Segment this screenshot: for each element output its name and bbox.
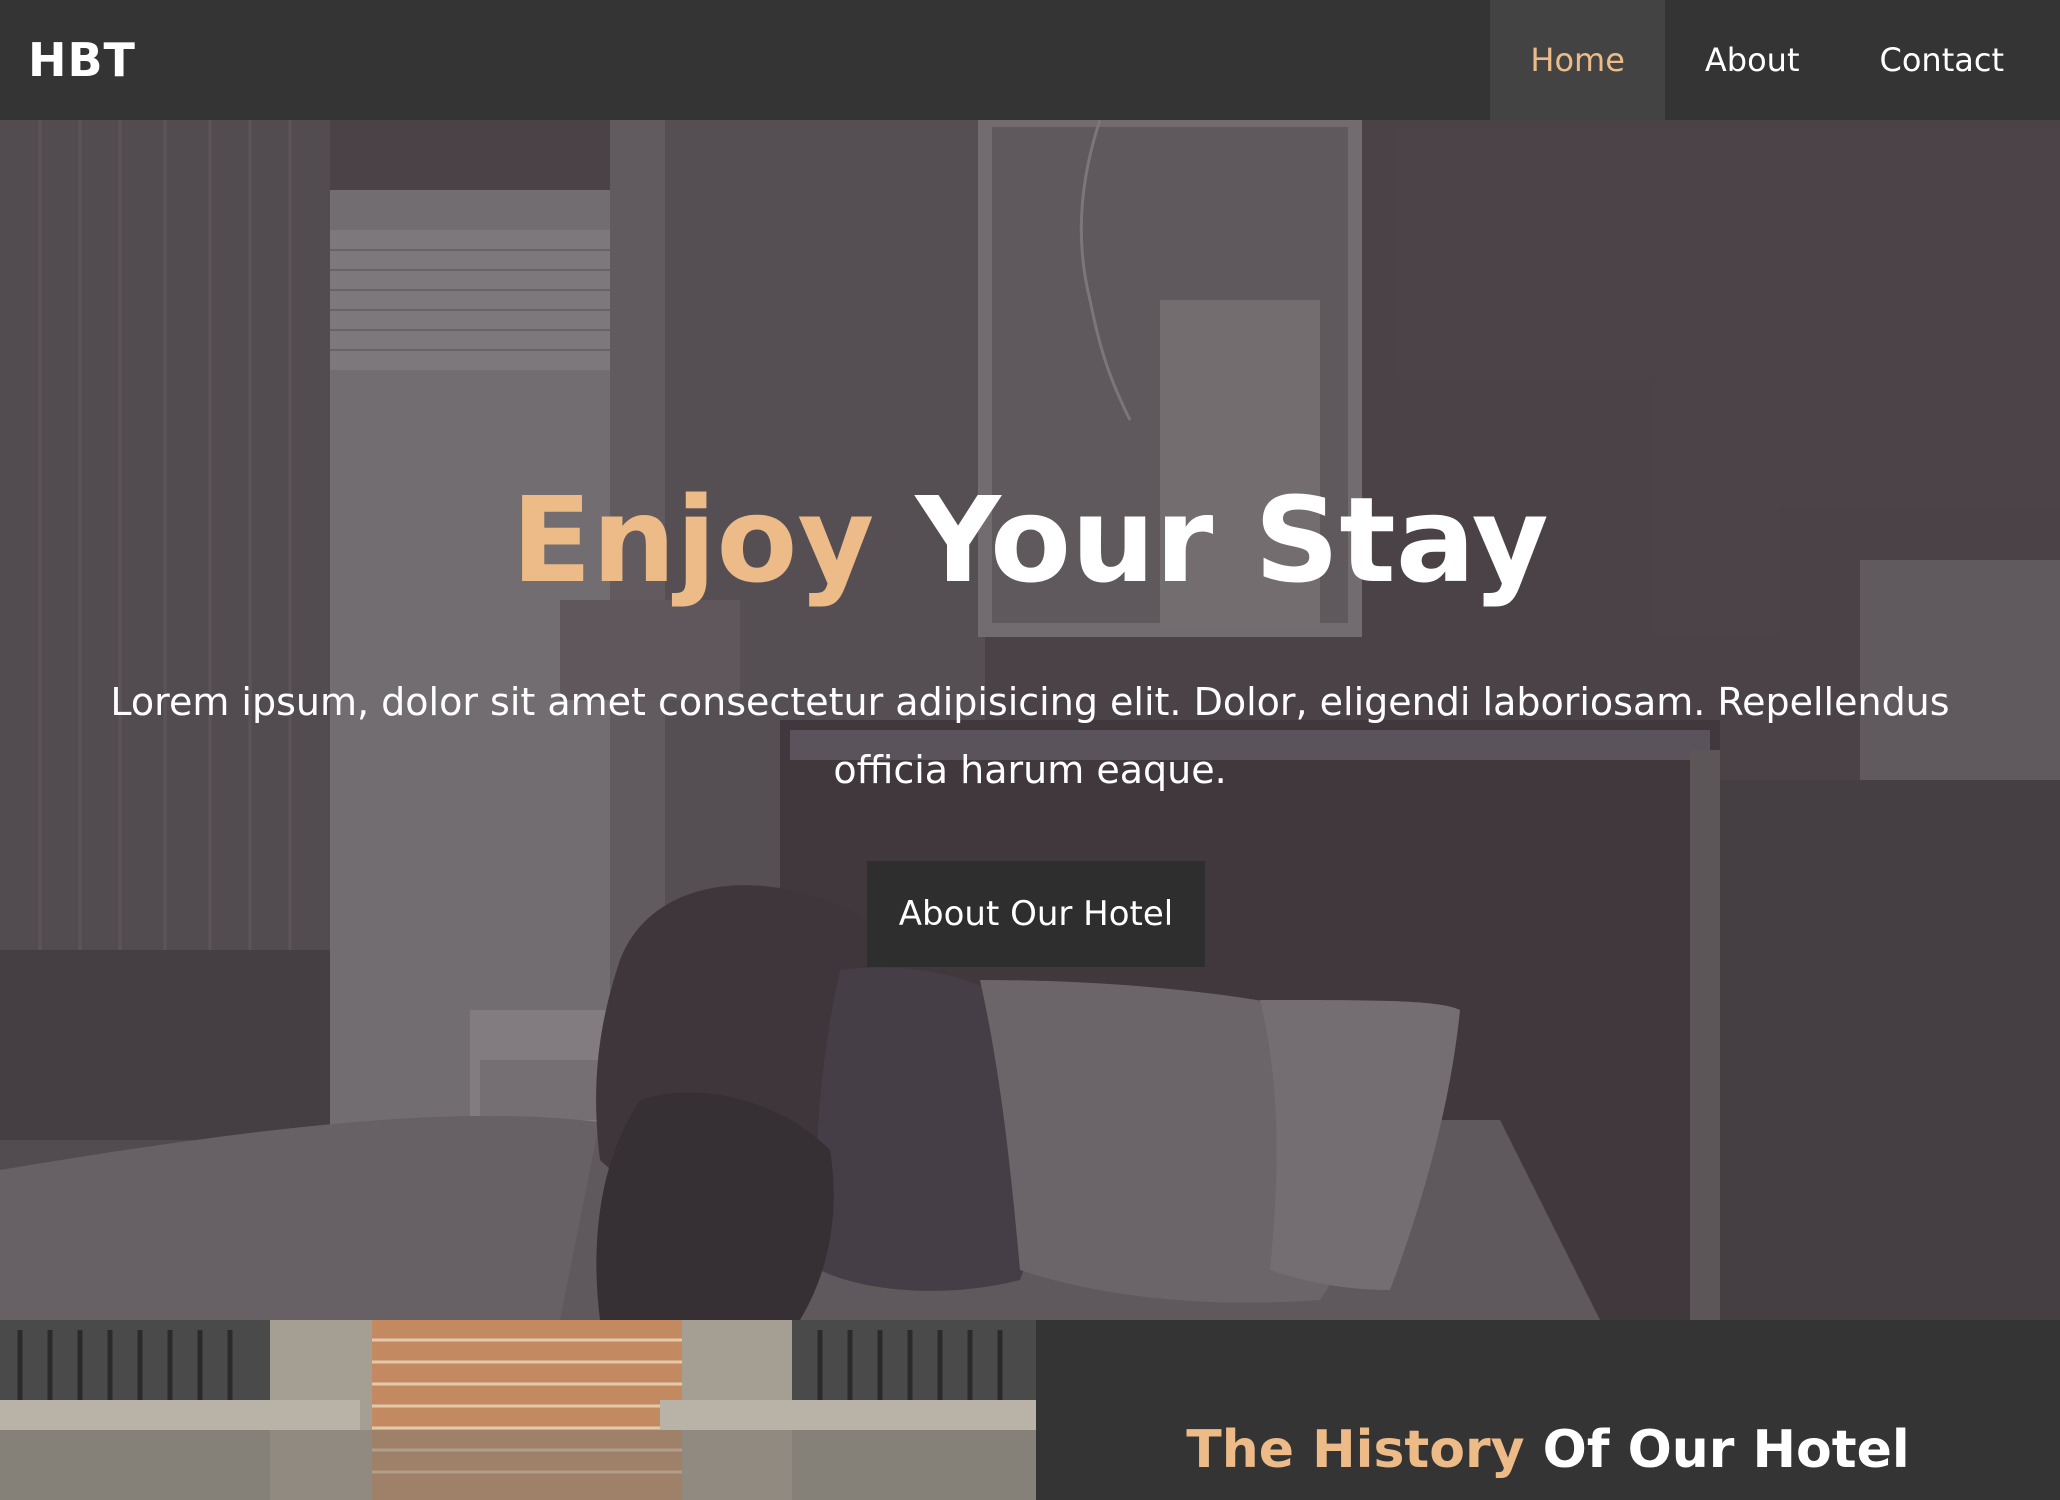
history-building-image bbox=[0, 1320, 1036, 1500]
nav-links: Home About Contact bbox=[1490, 0, 2060, 120]
building-facade-illustration bbox=[0, 1320, 1036, 1500]
navbar: HBT Home About Contact bbox=[0, 0, 2060, 120]
history-title-rest: Of Our Hotel bbox=[1524, 1420, 1910, 1480]
hero-content: Enjoy Your Stay Lorem ipsum, dolor sit a… bbox=[0, 120, 2060, 1320]
history-title-accent: The History bbox=[1186, 1420, 1525, 1480]
history-title: The History Of Our Hotel bbox=[1036, 1420, 2060, 1480]
history-section: The History Of Our Hotel bbox=[0, 1320, 2060, 1500]
hero-title-rest: Your Stay bbox=[874, 471, 1549, 609]
history-text-panel: The History Of Our Hotel bbox=[1036, 1320, 2060, 1500]
hero-description: Lorem ipsum, dolor sit amet consectetur … bbox=[110, 680, 1950, 792]
nav-link-about[interactable]: About bbox=[1665, 0, 1840, 120]
hero-title: Enjoy Your Stay bbox=[0, 470, 2060, 610]
about-our-hotel-button[interactable]: About Our Hotel bbox=[867, 861, 1205, 967]
hero-title-accent: Enjoy bbox=[511, 471, 875, 609]
hero-section: Enjoy Your Stay Lorem ipsum, dolor sit a… bbox=[0, 120, 2060, 1320]
nav-link-contact[interactable]: Contact bbox=[1840, 0, 2060, 120]
nav-link-home[interactable]: Home bbox=[1490, 0, 1665, 120]
brand-logo[interactable]: HBT bbox=[28, 33, 136, 87]
